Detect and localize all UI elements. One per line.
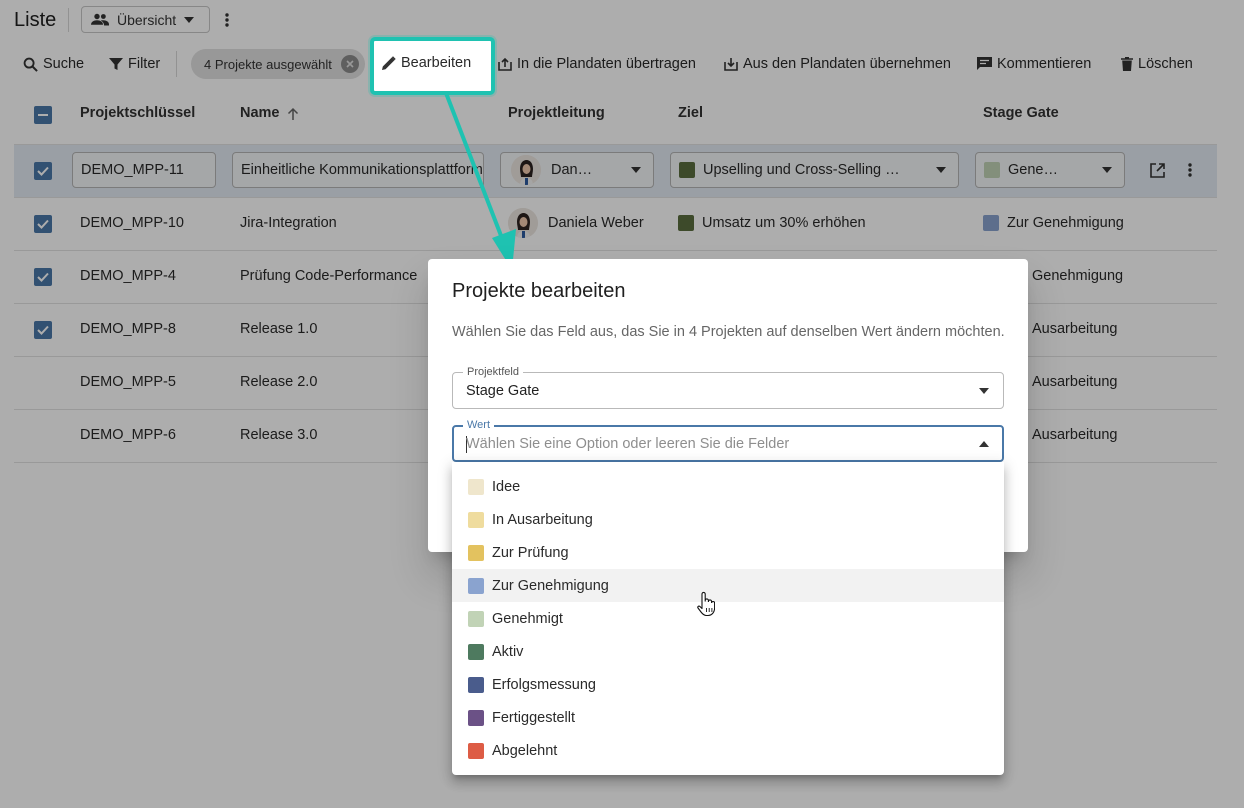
option-label: In Ausarbeitung	[492, 511, 593, 528]
edit-label: Bearbeiten	[401, 55, 472, 71]
value-options-list: Idee In Ausarbeitung Zur Prüfung Zur Gen…	[452, 462, 1004, 775]
option-label: Aktiv	[492, 643, 524, 660]
pencil-icon	[382, 56, 396, 70]
chevron-down-icon	[979, 388, 989, 394]
dialog-description: Wählen Sie das Feld aus, das Sie in 4 Pr…	[452, 324, 1005, 340]
option-erfolgsmessung[interactable]: Erfolgsmessung	[452, 668, 1004, 701]
option-color-swatch	[468, 742, 484, 759]
edit-button[interactable]: Bearbeiten	[382, 55, 471, 71]
edit-button-highlight[interactable]: Bearbeiten	[370, 37, 495, 95]
dialog-title: Projekte bearbeiten	[452, 280, 626, 302]
option-label: Genehmigt	[492, 610, 563, 627]
option-fertiggestellt[interactable]: Fertiggestellt	[452, 701, 1004, 734]
option-label: Abgelehnt	[492, 742, 558, 759]
option-aktiv[interactable]: Aktiv	[452, 635, 1004, 668]
option-color-swatch	[468, 709, 484, 726]
value-placeholder: Wählen Sie eine Option oder leeren Sie d…	[466, 436, 790, 452]
value-label: Wert	[463, 418, 495, 432]
option-color-swatch	[468, 676, 484, 693]
option-zur-genehmigung[interactable]: Zur Genehmigung	[452, 569, 1004, 602]
option-label: Erfolgsmessung	[492, 676, 596, 693]
project-field-label: Projektfeld	[463, 365, 523, 379]
project-field-select[interactable]: Projektfeld Stage Gate	[452, 365, 1004, 409]
option-in-ausarbeitung[interactable]: In Ausarbeitung	[452, 503, 1004, 536]
option-abgelehnt[interactable]: Abgelehnt	[452, 734, 1004, 767]
option-color-swatch	[468, 544, 484, 561]
app-window: Liste Übersicht Suche Filter 4 Projekte …	[0, 0, 1244, 808]
option-color-swatch	[468, 610, 484, 627]
chevron-up-icon	[979, 441, 989, 447]
option-zur-pruefung[interactable]: Zur Prüfung	[452, 536, 1004, 569]
option-color-swatch	[468, 643, 484, 660]
option-color-swatch	[468, 577, 484, 594]
value-input[interactable]: Wert Wählen Sie eine Option oder leeren …	[452, 418, 1004, 462]
option-color-swatch	[468, 478, 484, 495]
hand-cursor-icon	[697, 591, 715, 617]
project-field-value: Stage Gate	[466, 383, 540, 399]
option-color-swatch	[468, 511, 484, 528]
option-label: Zur Genehmigung	[492, 577, 609, 594]
option-genehmigt[interactable]: Genehmigt	[452, 602, 1004, 635]
option-label: Zur Prüfung	[492, 544, 569, 561]
option-label: Idee	[492, 478, 521, 495]
option-label: Fertiggestellt	[492, 709, 576, 726]
option-idee[interactable]: Idee	[452, 470, 1004, 503]
